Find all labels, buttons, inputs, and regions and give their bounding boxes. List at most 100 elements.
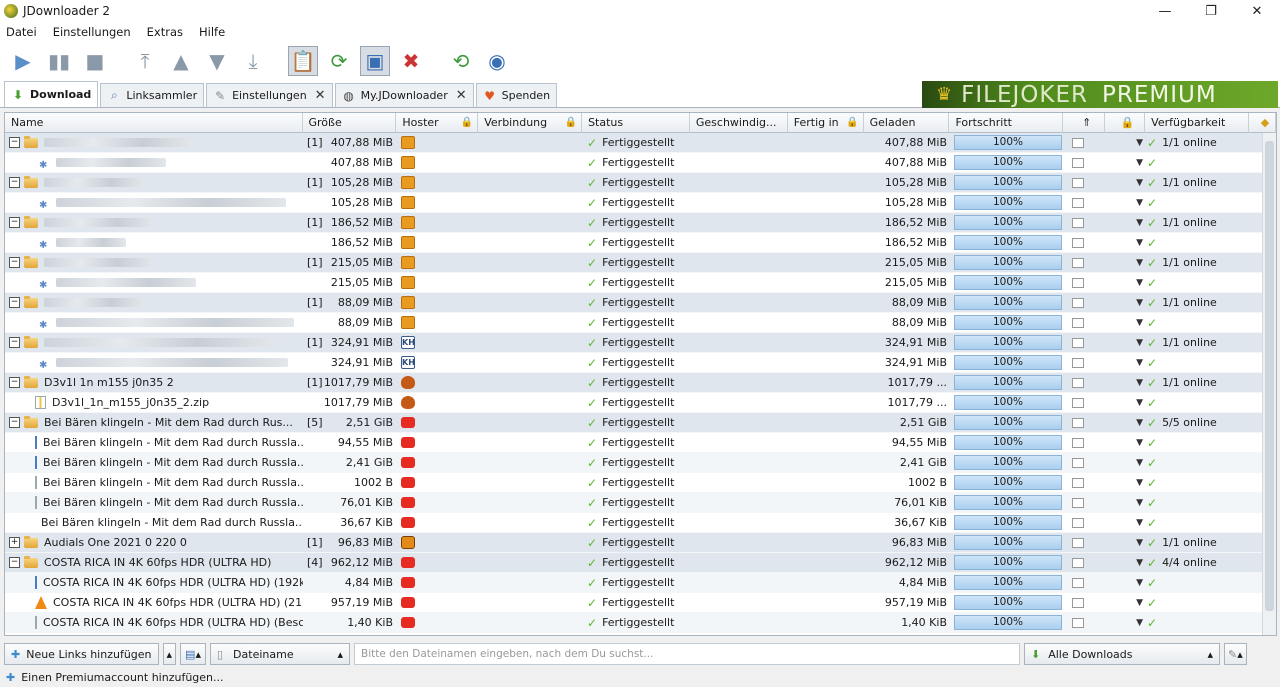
package-row[interactable]: − [1] 324,91 MiB KH ✓ Fertiggestellt 324,9… <box>5 333 1276 353</box>
package-row[interactable]: − D3v1l 1n m155 j0n35 2 [1] 1017,79 MiB ✓ F… <box>5 373 1276 393</box>
column-header-status[interactable]: Status <box>582 113 690 133</box>
pause-downloads-icon[interactable]: ▮▮ <box>44 46 74 76</box>
tab-myjdownloader[interactable]: ◍ My.JDownloader ✕ <box>334 83 474 107</box>
priority-dropdown-icon[interactable]: ▼ <box>1091 573 1147 593</box>
package-row[interactable]: − Bei Bären klingeln - Mit dem Rad durch … <box>5 413 1276 433</box>
menu-einstellungen[interactable]: Einstellungen <box>53 25 131 39</box>
file-row[interactable]: COSTA RICA IN 4K 60fps HDR (ULTRA HD) (B… <box>5 613 1276 633</box>
package-row[interactable]: − [1] 215,05 MiB ✓ Fertiggestellt 215,05 M… <box>5 253 1276 273</box>
search-field-select[interactable]: ▯ Dateiname ▴ <box>209 643 350 665</box>
column-header-lock[interactable]: 🔒 <box>1105 113 1146 133</box>
file-row[interactable]: ✱ 215,05 MiB ✓ Fertiggestellt 215,05 MiB … <box>5 273 1276 293</box>
priority-dropdown-icon[interactable]: ▼ <box>1091 413 1147 433</box>
reconnect-icon[interactable]: ⟲ <box>446 46 476 76</box>
column-header-progress[interactable]: Fortschritt <box>949 113 1064 133</box>
filejoker-premium-banner[interactable]: ♛ FILEJOKER PREMIUM <box>922 81 1278 108</box>
menu-hilfe[interactable]: Hilfe <box>199 25 225 39</box>
priority-dropdown-icon[interactable]: ▼ <box>1091 593 1147 613</box>
collapse-icon[interactable]: − <box>9 417 20 428</box>
file-row[interactable]: Bei Bären klingeln - Mit dem Rad durch R… <box>5 453 1276 473</box>
file-row[interactable]: ✱ 407,88 MiB ✓ Fertiggestellt 407,88 MiB … <box>5 153 1276 173</box>
priority-dropdown-icon[interactable]: ▼ <box>1091 533 1147 553</box>
search-input[interactable]: Bitte den Dateinamen eingeben, nach dem … <box>353 643 1020 665</box>
column-header-availability[interactable]: Verfügbarkeit <box>1145 113 1249 133</box>
add-links-button[interactable]: ✚ Neue Links hinzufügen <box>4 643 159 665</box>
priority-dropdown-icon[interactable]: ▼ <box>1091 493 1147 513</box>
priority-dropdown-icon[interactable]: ▼ <box>1091 473 1147 493</box>
collapse-icon[interactable]: − <box>9 137 20 148</box>
add-premium-link[interactable]: Einen Premiumaccount hinzufügen... <box>21 671 223 684</box>
collapse-icon[interactable]: − <box>9 177 20 188</box>
close-tab-icon[interactable]: ✕ <box>456 88 467 103</box>
priority-dropdown-icon[interactable]: ▼ <box>1091 513 1147 533</box>
tab-download[interactable]: ⬇ Download <box>4 81 99 107</box>
vertical-scrollbar[interactable] <box>1262 133 1276 635</box>
file-row[interactable]: ✱ 105,28 MiB ✓ Fertiggestellt 105,28 MiB … <box>5 193 1276 213</box>
priority-dropdown-icon[interactable]: ▼ <box>1091 453 1147 473</box>
priority-dropdown-icon[interactable]: ▼ <box>1091 293 1147 313</box>
column-header-hoster[interactable]: Hoster 🔒 <box>396 113 479 133</box>
move-up-icon[interactable]: ▲ <box>166 46 196 76</box>
priority-dropdown-icon[interactable]: ▼ <box>1091 613 1147 633</box>
close-tab-icon[interactable]: ✕ <box>315 88 326 103</box>
priority-dropdown-icon[interactable]: ▼ <box>1091 333 1147 353</box>
package-row[interactable]: − COSTA RICA IN 4K 60fps HDR (ULTRA HD) [… <box>5 553 1276 573</box>
scrollbar-thumb[interactable] <box>1265 141 1274 611</box>
priority-dropdown-icon[interactable]: ▼ <box>1091 373 1147 393</box>
priority-dropdown-icon[interactable]: ▼ <box>1091 353 1147 373</box>
column-header-priority[interactable]: ⇑ <box>1063 113 1106 133</box>
start-downloads-icon[interactable]: ▶ <box>8 46 38 76</box>
file-row[interactable]: Bei Bären klingeln - Mit dem Rad durch R… <box>5 433 1276 453</box>
column-header-loaded[interactable]: Geladen <box>864 113 950 133</box>
file-row[interactable]: ✱ 186,52 MiB ✓ Fertiggestellt 186,52 MiB … <box>5 233 1276 253</box>
package-row[interactable]: − [1] 407,88 MiB ✓ Fertiggestellt 407,88 M… <box>5 133 1276 153</box>
column-settings-icon[interactable]: ◆ <box>1249 113 1276 133</box>
package-row[interactable]: − [1] 186,52 MiB ✓ Fertiggestellt 186,52 M… <box>5 213 1276 233</box>
file-row[interactable]: Bei Bären klingeln - Mit dem Rad durch R… <box>5 513 1276 533</box>
package-row[interactable]: − [1] 105,28 MiB ✓ Fertiggestellt 105,28 M… <box>5 173 1276 193</box>
collapse-icon[interactable]: − <box>9 377 20 388</box>
move-down-icon[interactable]: ▼ <box>202 46 232 76</box>
priority-dropdown-icon[interactable]: ▼ <box>1091 153 1147 173</box>
quick-settings-button[interactable]: ✎ ▴ <box>1223 643 1247 665</box>
file-row[interactable]: D3v1l_1n_m155_j0n35_2.zip 1017,79 MiB ✓ F… <box>5 393 1276 413</box>
file-row[interactable]: COSTA RICA IN 4K 60fps HDR (ULTRA HD) (2… <box>5 593 1276 613</box>
auto-reconnect-icon[interactable]: ⟳ <box>324 46 354 76</box>
move-to-top-icon[interactable]: ⤒ <box>130 46 160 76</box>
priority-dropdown-icon[interactable]: ▼ <box>1091 193 1147 213</box>
column-header-name[interactable]: Name <box>5 113 303 133</box>
column-header-eta[interactable]: Fertig in 🔒 <box>788 113 864 133</box>
premium-toggle-icon[interactable]: ▣ <box>360 46 390 76</box>
collapse-icon[interactable]: − <box>9 337 20 348</box>
priority-dropdown-icon[interactable]: ▼ <box>1091 233 1147 253</box>
minimize-button[interactable]: — <box>1142 4 1188 19</box>
file-row[interactable]: Bei Bären klingeln - Mit dem Rad durch R… <box>5 493 1276 513</box>
tab-einstellungen[interactable]: ✎ Einstellungen ✕ <box>206 83 333 107</box>
filter-mode-button[interactable]: ▤ ▴ <box>180 643 206 665</box>
collapse-icon[interactable]: − <box>9 557 20 568</box>
menu-datei[interactable]: Datei <box>6 25 37 39</box>
priority-dropdown-icon[interactable]: ▼ <box>1091 273 1147 293</box>
package-row[interactable]: + Audials One 2021 0 220 0 [1] 96,83 MiB ✓… <box>5 533 1276 553</box>
priority-dropdown-icon[interactable]: ▼ <box>1091 253 1147 273</box>
tab-linksammler[interactable]: ⌕ Linksammler <box>100 83 205 107</box>
all-downloads-button[interactable]: ⬇ Alle Downloads ▴ <box>1023 643 1220 665</box>
priority-dropdown-icon[interactable]: ▼ <box>1091 173 1147 193</box>
silent-mode-icon[interactable]: ✖ <box>396 46 426 76</box>
collapse-icon[interactable]: − <box>9 257 20 268</box>
menu-extras[interactable]: Extras <box>147 25 183 39</box>
priority-dropdown-icon[interactable]: ▼ <box>1091 313 1147 333</box>
priority-dropdown-icon[interactable]: ▼ <box>1091 133 1147 153</box>
priority-dropdown-icon[interactable]: ▼ <box>1091 433 1147 453</box>
move-to-bottom-icon[interactable]: ⤓ <box>238 46 268 76</box>
column-header-speed[interactable]: Geschwindig... <box>690 113 788 133</box>
close-button[interactable]: ✕ <box>1234 4 1280 19</box>
expand-icon[interactable]: + <box>9 537 20 548</box>
collapse-icon[interactable]: − <box>9 217 20 228</box>
stop-downloads-icon[interactable]: ■ <box>80 46 110 76</box>
file-row[interactable]: Bei Bären klingeln - Mit dem Rad durch R… <box>5 473 1276 493</box>
priority-dropdown-icon[interactable]: ▼ <box>1091 213 1147 233</box>
package-row[interactable]: − [1] 88,09 MiB ✓ Fertiggestellt 88,09 MiB… <box>5 293 1276 313</box>
file-row[interactable]: ✱ 88,09 MiB ✓ Fertiggestellt 88,09 MiB 10… <box>5 313 1276 333</box>
restore-button[interactable]: ❐ <box>1188 4 1234 19</box>
